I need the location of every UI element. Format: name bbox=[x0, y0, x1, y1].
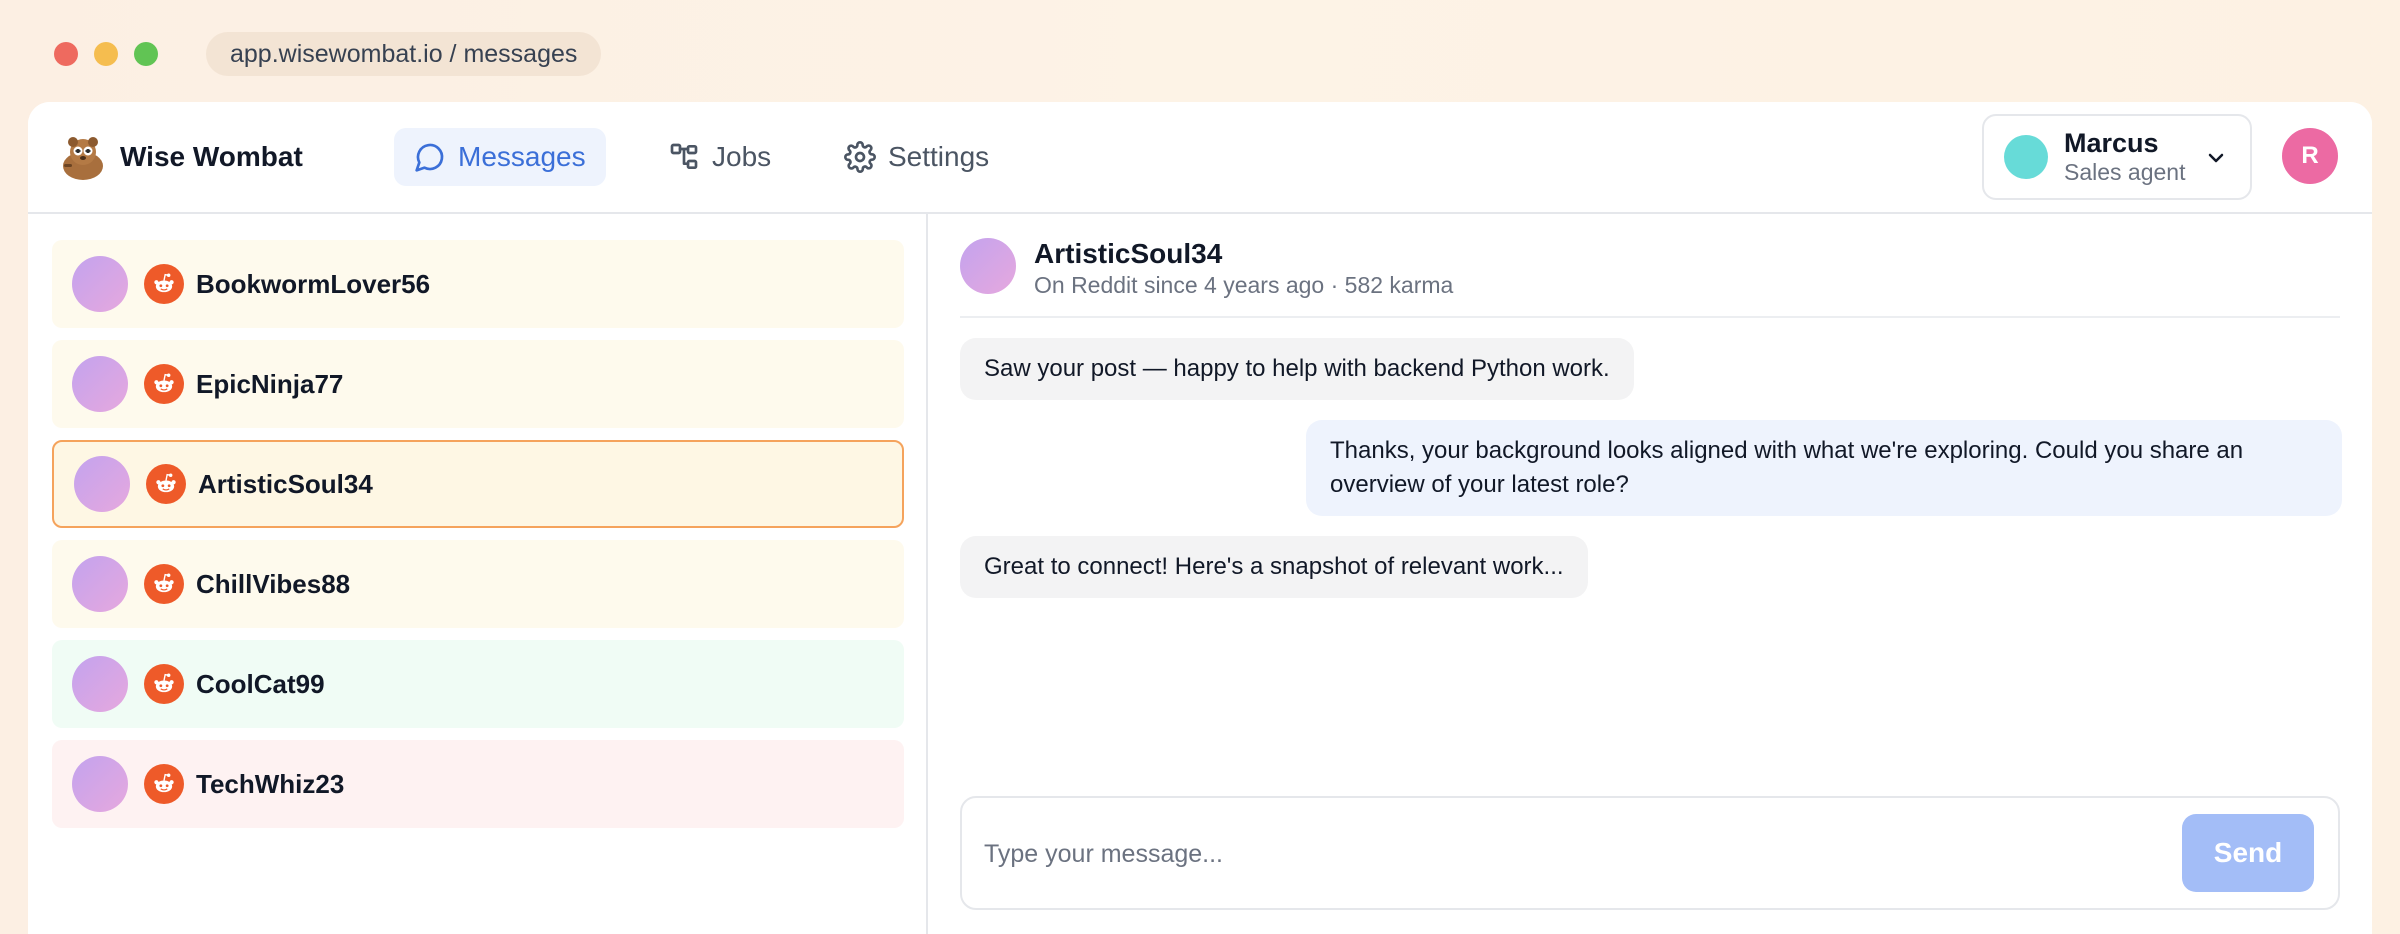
conversation-name: ChillVibes88 bbox=[196, 568, 351, 599]
conversation-name: TechWhiz23 bbox=[196, 768, 345, 799]
nav-settings[interactable]: Settings bbox=[824, 128, 1009, 186]
profile-avatar-initial: R bbox=[2301, 142, 2319, 169]
message-composer: Send bbox=[960, 796, 2340, 910]
avatar bbox=[72, 656, 128, 712]
conversation-item[interactable]: BookwormLover56 bbox=[52, 240, 904, 328]
user-role: Sales agent bbox=[2064, 159, 2186, 185]
send-button[interactable]: Send bbox=[2182, 814, 2314, 892]
conversation-list: BookwormLover56 EpicNinja77 ArtisticSoul… bbox=[28, 214, 928, 934]
conversation-name: BookwormLover56 bbox=[196, 268, 431, 299]
message-bubble-icon bbox=[415, 143, 444, 172]
wombat-logo-icon bbox=[63, 137, 103, 180]
address-bar-url: app.wisewombat.io / messages bbox=[230, 39, 578, 68]
message-incoming: Saw your post — happy to help with backe… bbox=[960, 338, 1634, 400]
user-status-dot bbox=[2004, 135, 2048, 179]
message-incoming: Great to connect! Here's a snapshot of r… bbox=[960, 536, 1588, 598]
message-input[interactable] bbox=[984, 832, 2134, 876]
address-bar[interactable]: app.wisewombat.io / messages bbox=[206, 32, 602, 76]
avatar bbox=[74, 456, 130, 512]
avatar bbox=[72, 556, 128, 612]
top-navigation-bar: Wise Wombat Messages Jobs Settings Marcu… bbox=[28, 102, 2372, 214]
nav-messages[interactable]: Messages bbox=[394, 128, 606, 186]
brand-name: Wise Wombat bbox=[120, 141, 303, 172]
conversation-item[interactable]: ChillVibes88 bbox=[52, 540, 904, 628]
workflow-icon bbox=[670, 143, 698, 169]
conversation-item[interactable]: CoolCat99 bbox=[52, 640, 904, 728]
window-minimize-button[interactable] bbox=[94, 42, 118, 66]
browser-chrome: app.wisewombat.io / messages bbox=[0, 0, 2400, 100]
avatar bbox=[72, 356, 128, 412]
nav-settings-label: Settings bbox=[888, 141, 990, 172]
chat-subtitle: On Reddit since 4 years ago · 582 karma bbox=[1034, 272, 1454, 298]
user-name: Marcus bbox=[2064, 128, 2159, 158]
reddit-icon bbox=[144, 664, 184, 704]
nav-messages-label: Messages bbox=[458, 141, 586, 172]
avatar bbox=[72, 756, 128, 812]
chat-header: ArtisticSoul34 On Reddit since 4 years a… bbox=[960, 238, 2340, 318]
gear-icon bbox=[844, 141, 876, 173]
nav-jobs-label: Jobs bbox=[712, 141, 772, 172]
reddit-icon bbox=[144, 264, 184, 304]
reddit-icon bbox=[144, 764, 184, 804]
app-window: Wise Wombat Messages Jobs Settings Marcu… bbox=[28, 102, 2372, 934]
reddit-icon bbox=[144, 564, 184, 604]
user-menu-dropdown[interactable]: Marcus Sales agent bbox=[1982, 114, 2252, 200]
user-info: Marcus Sales agent bbox=[2064, 128, 2185, 186]
avatar bbox=[960, 238, 1016, 294]
conversation-name: CoolCat99 bbox=[196, 668, 325, 699]
chat-pane: ArtisticSoul34 On Reddit since 4 years a… bbox=[930, 214, 2372, 934]
window-maximize-button[interactable] bbox=[134, 42, 158, 66]
conversation-name: ArtisticSoul34 bbox=[198, 468, 373, 499]
message-outgoing: Thanks, your background looks aligned wi… bbox=[1306, 420, 2342, 516]
brand[interactable]: Wise Wombat bbox=[58, 132, 303, 182]
reddit-icon bbox=[146, 464, 186, 504]
window-close-button[interactable] bbox=[54, 42, 78, 66]
conversation-item-selected[interactable]: ArtisticSoul34 bbox=[52, 440, 904, 528]
conversation-item[interactable]: TechWhiz23 bbox=[52, 740, 904, 828]
conversation-item[interactable]: EpicNinja77 bbox=[52, 340, 904, 428]
nav-jobs[interactable]: Jobs bbox=[648, 128, 791, 186]
reddit-icon bbox=[144, 364, 184, 404]
chat-header-info: ArtisticSoul34 On Reddit since 4 years a… bbox=[1034, 238, 1453, 300]
chevron-down-icon bbox=[2208, 153, 2224, 163]
conversation-name: EpicNinja77 bbox=[196, 368, 344, 399]
avatar bbox=[72, 256, 128, 312]
profile-avatar[interactable]: R bbox=[2282, 128, 2338, 184]
chat-title: ArtisticSoul34 bbox=[1034, 238, 1223, 269]
